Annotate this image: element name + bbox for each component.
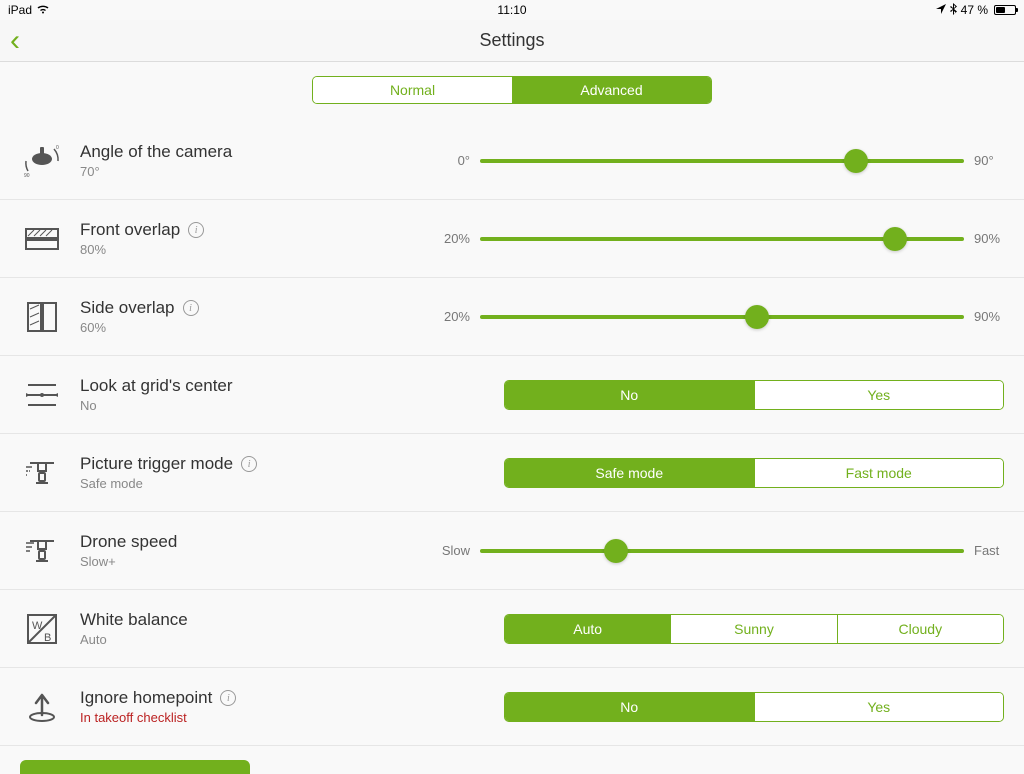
slider-min-label: Slow (440, 543, 480, 558)
bluetooth-icon (950, 3, 957, 18)
location-icon (936, 3, 946, 17)
slider-max-label: 90% (964, 231, 1004, 246)
seg-option[interactable]: Fast mode (754, 459, 1004, 487)
ignore-homepoint-segmented: NoYes (504, 692, 1004, 722)
drone-speed-slider[interactable]: Slow Fast (440, 543, 1004, 558)
seg-option[interactable]: Yes (754, 693, 1004, 721)
back-button[interactable]: ‹ (10, 26, 20, 56)
info-icon[interactable]: i (183, 300, 199, 316)
svg-text:B: B (44, 632, 51, 644)
row-title: Look at grid's center (80, 376, 233, 396)
row-title: Side overlap (80, 298, 175, 318)
bottom-action-button[interactable] (20, 760, 250, 774)
wifi-icon (36, 3, 50, 17)
device-label: iPad (8, 3, 32, 17)
look-at-center-segmented: NoYes (504, 380, 1004, 410)
seg-option[interactable]: No (505, 693, 754, 721)
row-value: In takeoff checklist (80, 710, 440, 725)
row-title: Ignore homepoint (80, 688, 212, 708)
seg-option[interactable]: Auto (505, 615, 670, 643)
homepoint-icon (20, 685, 64, 729)
slider-min-label: 20% (440, 309, 480, 324)
row-white-balance: WB White balance Auto AutoSunnyCloudy (0, 590, 1024, 668)
drone-speed-icon (20, 529, 64, 573)
row-value: Slow+ (80, 554, 440, 569)
svg-text:W: W (32, 620, 43, 632)
svg-text:90: 90 (24, 173, 30, 179)
status-bar: iPad 11:10 47 % (0, 0, 1024, 20)
mode-tabs-container: Normal Advanced (0, 62, 1024, 122)
clock: 11:10 (497, 3, 526, 17)
row-title: Drone speed (80, 532, 177, 552)
row-front-overlap: Front overlap i 80% 20% 90% (0, 200, 1024, 278)
mode-tabs: Normal Advanced (312, 76, 712, 104)
seg-option[interactable]: No (505, 381, 754, 409)
row-title: Front overlap (80, 220, 180, 240)
row-drone-speed: Drone speed Slow+ Slow Fast (0, 512, 1024, 590)
row-value: 70° (80, 164, 440, 179)
battery-text: 47 % (961, 3, 988, 17)
camera-angle-icon: 0 90 (20, 139, 64, 183)
seg-option[interactable]: Safe mode (505, 459, 754, 487)
svg-text:0: 0 (56, 145, 59, 151)
row-title: Angle of the camera (80, 142, 232, 162)
slider-min-label: 20% (440, 231, 480, 246)
tab-normal[interactable]: Normal (313, 77, 512, 103)
info-icon[interactable]: i (188, 222, 204, 238)
info-icon[interactable]: i (220, 690, 236, 706)
settings-list: 0 90 Angle of the camera 70° 0° 90° Front… (0, 122, 1024, 746)
slider-max-label: 90% (964, 309, 1004, 324)
row-value: Auto (80, 632, 440, 647)
row-camera-angle: 0 90 Angle of the camera 70° 0° 90° (0, 122, 1024, 200)
white-balance-segmented: AutoSunnyCloudy (504, 614, 1004, 644)
seg-option[interactable]: Sunny (670, 615, 836, 643)
row-value: Safe mode (80, 476, 440, 491)
row-picture-trigger: Picture trigger mode i Safe mode Safe mo… (0, 434, 1024, 512)
side-overlap-slider[interactable]: 20% 90% (440, 309, 1004, 324)
side-overlap-icon (20, 295, 64, 339)
slider-max-label: 90° (964, 153, 1004, 168)
page-title: Settings (479, 30, 544, 51)
seg-option[interactable]: Yes (754, 381, 1004, 409)
picture-trigger-segmented: Safe modeFast mode (504, 458, 1004, 488)
slider-min-label: 0° (440, 153, 480, 168)
row-look-at-center: Look at grid's center No NoYes (0, 356, 1024, 434)
battery-icon (994, 5, 1016, 15)
row-title: Picture trigger mode (80, 454, 233, 474)
row-title: White balance (80, 610, 188, 630)
seg-option[interactable]: Cloudy (837, 615, 1003, 643)
row-value: No (80, 398, 440, 413)
front-overlap-slider[interactable]: 20% 90% (440, 231, 1004, 246)
row-ignore-homepoint: Ignore homepoint i In takeoff checklist … (0, 668, 1024, 746)
tab-advanced[interactable]: Advanced (512, 77, 711, 103)
slider-max-label: Fast (964, 543, 1004, 558)
nav-bar: ‹ Settings (0, 20, 1024, 62)
white-balance-icon: WB (20, 607, 64, 651)
info-icon[interactable]: i (241, 456, 257, 472)
row-value: 80% (80, 242, 440, 257)
row-value: 60% (80, 320, 440, 335)
grid-center-icon (20, 373, 64, 417)
camera-angle-slider[interactable]: 0° 90° (440, 153, 1004, 168)
drone-trigger-icon (20, 451, 64, 495)
front-overlap-icon (20, 217, 64, 261)
row-side-overlap: Side overlap i 60% 20% 90% (0, 278, 1024, 356)
